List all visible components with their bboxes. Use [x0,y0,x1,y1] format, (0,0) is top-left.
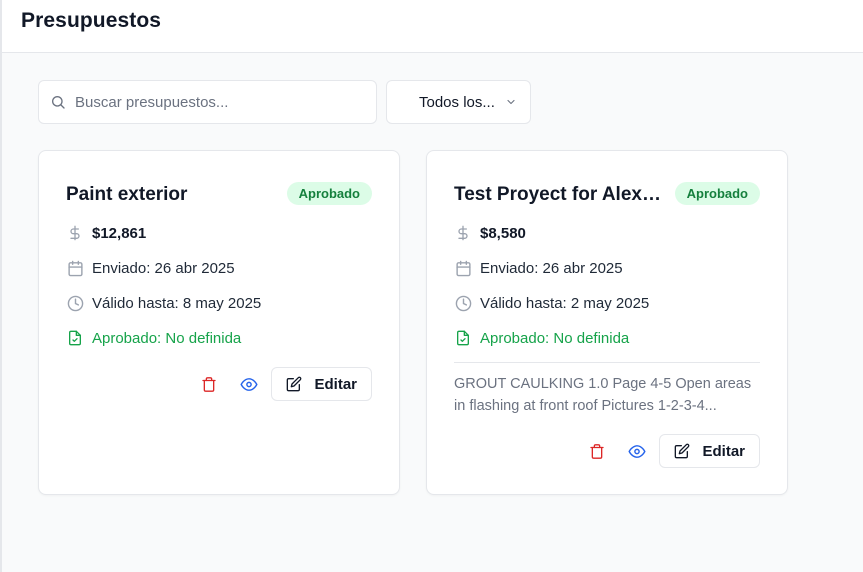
budget-amount: $12,861 [92,224,147,242]
budget-card: Test Proyect for Alex Do... Aprobado $8,… [426,150,788,495]
edit-button[interactable]: Editar [659,434,760,468]
sent-date-row: Enviado: 26 abr 2025 [454,259,623,277]
status-badge: Aprobado [674,182,760,205]
page-header: Presupuestos [2,0,863,53]
dollar-icon [454,224,472,242]
approved-date: Aprobado: No definida [92,329,242,347]
approved-date-row: Aprobado: No definida [66,329,241,347]
status-filter-select[interactable]: Todos los... [386,80,531,124]
file-check-icon [454,329,472,347]
app: Presupuestos Todos los... Paint exterior… [0,0,863,572]
edit-button[interactable]: Editar [271,367,372,401]
status-filter-value: Todos los... [419,93,495,111]
chevron-down-icon [505,96,517,108]
budget-card: Paint exterior Aprobado $12,861 Enviado:… [38,150,400,495]
edit-icon [286,376,302,392]
card-actions: Editar [580,434,760,468]
calendar-icon [454,259,472,277]
status-badge: Aprobado [286,182,372,205]
view-button[interactable] [232,367,266,401]
edit-label: Editar [702,442,745,460]
clock-icon [454,294,472,312]
delete-button[interactable] [580,434,614,468]
search-input[interactable] [75,93,355,111]
trash-icon [202,376,217,392]
edit-label: Editar [314,375,357,393]
divider [454,362,760,363]
budget-amount: $8,580 [480,224,526,242]
eye-icon [628,444,646,458]
budget-notes: GROUT CAULKING 1.0 Page 4-5 Open areas i… [454,376,752,414]
valid-until-row: Válido hasta: 2 may 2025 [454,294,649,312]
clock-icon [66,294,84,312]
view-button[interactable] [620,434,654,468]
budget-title: Paint exterior [66,184,188,205]
sent-date: Enviado: 26 abr 2025 [92,259,235,277]
sent-date: Enviado: 26 abr 2025 [480,259,623,277]
approved-date: Aprobado: No definida [480,329,630,347]
budget-amount-row: $8,580 [454,224,526,242]
file-check-icon [66,329,84,347]
budget-title: Test Proyect for Alex Do... [454,184,664,205]
search-icon [50,94,66,110]
sent-date-row: Enviado: 26 abr 2025 [66,259,235,277]
valid-until-row: Válido hasta: 8 may 2025 [66,294,261,312]
eye-icon [240,377,258,391]
page-title: Presupuestos [21,9,162,32]
approved-date-row: Aprobado: No definida [454,329,629,347]
search-box[interactable] [38,80,377,124]
card-actions: Editar [192,367,372,401]
valid-until-date: Válido hasta: 8 may 2025 [92,294,262,312]
valid-until-date: Válido hasta: 2 may 2025 [480,294,650,312]
calendar-icon [66,259,84,277]
budget-amount-row: $12,861 [66,224,146,242]
dollar-icon [66,224,84,242]
edit-icon [674,443,690,459]
trash-icon [590,443,605,459]
delete-button[interactable] [192,367,226,401]
